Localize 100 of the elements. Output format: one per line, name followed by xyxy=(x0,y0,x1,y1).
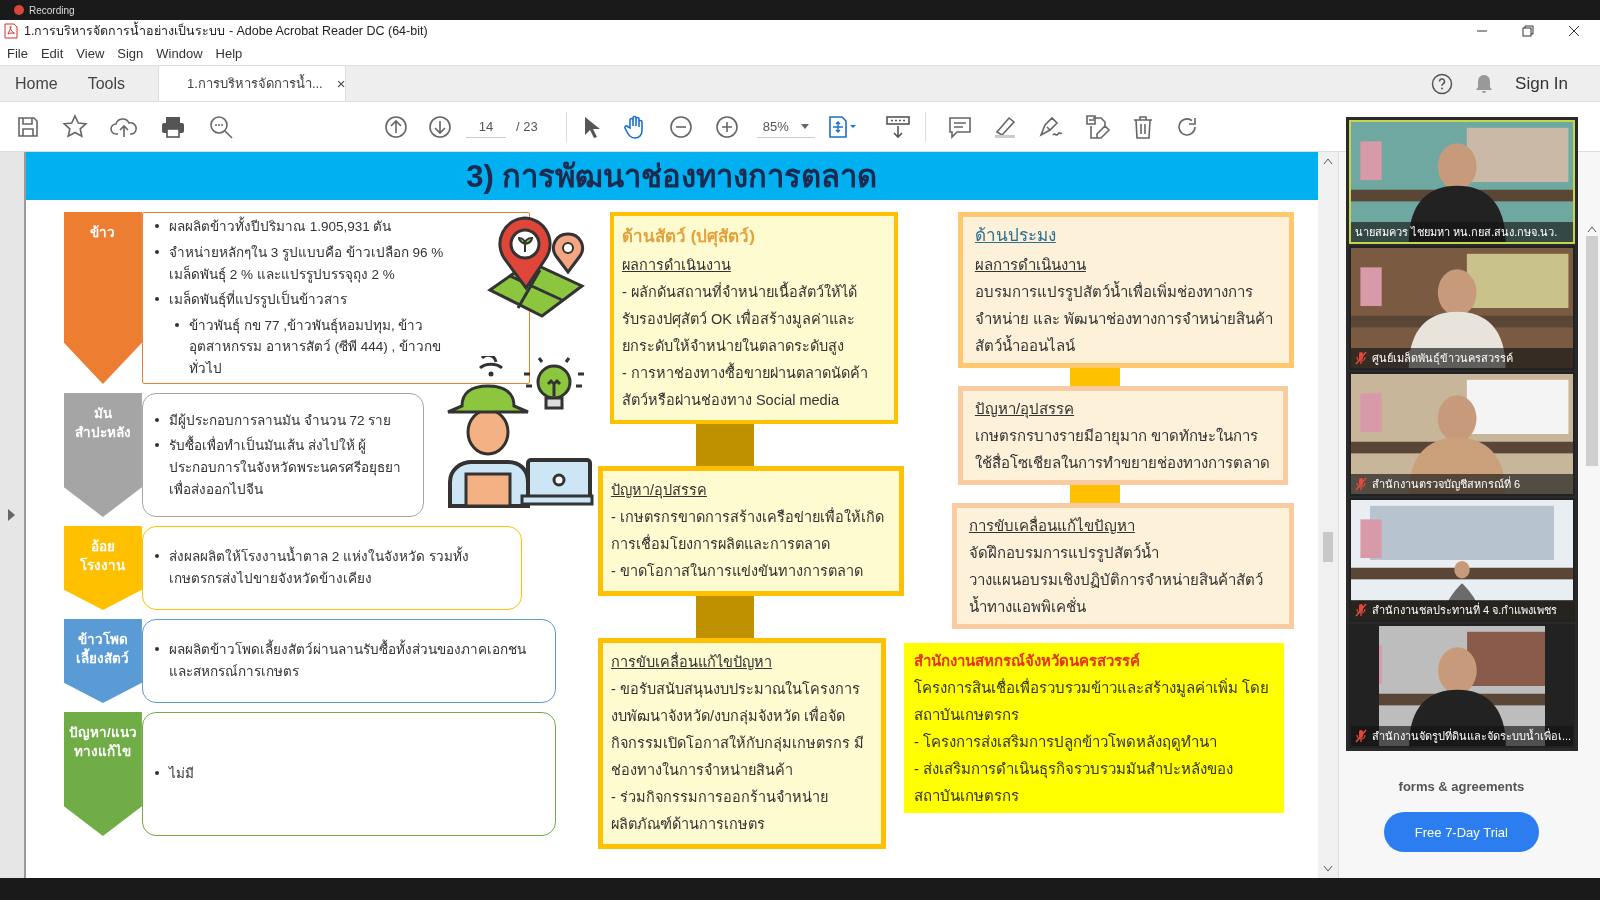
chevron-label: อ้อย โรงงาน xyxy=(63,526,142,610)
scroll-down-icon[interactable] xyxy=(1322,866,1333,872)
tab[interactable]: Tools xyxy=(72,66,141,101)
bullet-text: มีผู้ประกอบการลานมัน จำนวน 72 ราย xyxy=(168,411,392,431)
promo-text: forms & agreements xyxy=(1398,779,1525,794)
scrollbar[interactable] xyxy=(1317,152,1338,878)
card-heading: ด้านสัตว์ (ปศุสัตว์) xyxy=(621,225,756,249)
chevron-label: ปัญหา/แนว ทางแก้ไข xyxy=(63,712,142,836)
restore-icon[interactable] xyxy=(1520,23,1536,39)
section-heading: การขับเคลื่อนแก้ไขปัญหา xyxy=(968,515,1136,536)
pdf-file-icon xyxy=(4,23,18,39)
section-heading: ปัญหา/อุปสรรค xyxy=(610,481,708,501)
recording-label: Recording xyxy=(29,4,75,16)
close-icon[interactable] xyxy=(1566,23,1582,39)
card-text: อบรมการแปรรูปสัตว์น้ำเพื่อเพิ่มช่องทางการจำหน่าย และ พัฒนาช่องทางการจำหน่ายสินค้าสัตว์น้ำออนไลน์ xyxy=(974,280,1275,356)
bullet-text: ข้าวพันธุ์ กข 77 ,ข้าวพันธุ์หอมปทุม, ข้าวอุตสาหกรรม อาหารสัตว์ (ซีพี 444) , ข้าวกข ทั่วไป xyxy=(188,316,442,378)
star-icon[interactable] xyxy=(62,113,88,140)
card-text: - ส่งเสริมการดำเนินธุรกิจรวบรวมมันสำปะหลังของสถาบันเกษตรกร xyxy=(913,759,1235,806)
arrow-down-circle-icon[interactable] xyxy=(428,114,452,139)
connector-bar xyxy=(695,596,754,638)
organize-pages-icon[interactable] xyxy=(826,114,857,139)
window-title: 1.การบริหารจัดการน้ำอย่างเป็นระบบ - Adobe Acrobat Reader DC (64-bit) xyxy=(24,21,1474,41)
bullet-dot xyxy=(154,250,159,254)
card-text: - ขาดโอกาสในการแข่งขันทางการตลาด xyxy=(610,562,864,581)
section-heading: ผลการดำเนินงาน xyxy=(974,255,1087,275)
bullet-text: รับซื้อเพื่อทำเป็นมันเส้น ส่งไปให้ ผู้ประกอบการในจังหวัดพระนครศรีอยุธยา เพื่อส่งออกไปจีน xyxy=(168,435,411,501)
card-text: - ร่วมกิจกรรมการออกร้านจำหน่ายผลิตภัณฑ์ด้านการเกษตร xyxy=(610,788,829,834)
tab[interactable]: 1.การบริหารจัดการน้ำ... × xyxy=(158,66,347,101)
expand-arrow-icon[interactable] xyxy=(8,509,16,521)
zoom-field[interactable]: 85% xyxy=(756,115,815,138)
menu-item[interactable]: Sign xyxy=(117,46,144,61)
connector-bar xyxy=(1069,485,1120,503)
card-text: ยกระดับให้จำหน่ายในตลาดระดับสูง xyxy=(621,337,845,357)
bullet-text: เมล็ดพันธุ์ที่แปรรูปเป็นข้าวสาร xyxy=(168,289,347,310)
section-heading: การขับเคลื่อนแก้ไขปัญหา xyxy=(610,651,773,672)
close-tab-icon[interactable]: × xyxy=(336,75,346,92)
slide-title: 3) การพัฒนาช่องทางการตลาด xyxy=(25,152,1318,200)
bullet-text: ไม่มี xyxy=(168,765,194,784)
zoom-out-icon[interactable] xyxy=(668,114,693,139)
scroll-up-icon[interactable] xyxy=(1587,226,1597,232)
page-number-field[interactable]: 14 xyxy=(466,115,506,138)
arrow-up-circle-icon[interactable] xyxy=(384,114,408,139)
connector-bar xyxy=(695,424,754,466)
highlighter-icon[interactable] xyxy=(992,114,1017,139)
card-heading: สำนักงานสหกรณ์จังหวัดนครสวรรค์ xyxy=(913,651,1141,671)
section-heading: ผลการดำเนินงาน xyxy=(621,256,732,275)
bullet-dot xyxy=(174,322,179,327)
card-text: - ผลักดันสถานที่จำหน่ายเนื้อสัตว์ให้ได้รับรองปศุสัตว์ OK เพื่อสร้างมูลค่าและ xyxy=(621,279,886,333)
free-trial-button[interactable]: Free 7-Day Trial xyxy=(1383,812,1539,852)
trash-icon[interactable] xyxy=(1131,114,1154,139)
chevron-label: ข้าวโพด เลี้ยงสัตว์ xyxy=(63,619,142,703)
card-text: - เกษตรกรขาดการสร้างเครือข่ายเพื่อให้เกิดการเชื่อมโยงการผลิตและการตลาด xyxy=(610,506,885,554)
bullet-text: จำหน่ายหลักๆใน 3 รูปแบบคือ ข้าวเปลือก 96 % เมล็ดพันธุ์ 2 % และแปรรูปบรรจุถุง 2 % xyxy=(168,244,445,285)
bullet-dot xyxy=(154,771,159,776)
menu-item[interactable]: Edit xyxy=(40,46,64,61)
recording-dot-icon xyxy=(14,5,24,15)
section-heading: ปัญหา/อุปสรรค xyxy=(974,399,1076,421)
card-text: จัดฝึกอบรมการแปรรูปสัตว์น้ำ xyxy=(968,541,1160,564)
comment-icon[interactable] xyxy=(947,114,972,139)
participant-name: สำนักงานตรวจบัญชีสหกรณ์ที่ 6 xyxy=(1372,475,1521,493)
page-count: / 23 xyxy=(516,119,538,134)
participant-name: ศูนย์เมล็ดพันธุ์ข้าวนครสวรรค์ xyxy=(1372,350,1513,367)
card-text: - การหาช่องทางซื้อขายผ่านตลาดนัดค้าสัตว์หรือผ่านช่องทาง Social media xyxy=(621,360,886,414)
menu-item[interactable]: View xyxy=(76,46,105,61)
caret-icon xyxy=(800,123,809,129)
menu-item[interactable]: Help xyxy=(215,46,243,61)
menu-item[interactable]: File xyxy=(7,46,28,61)
save-icon[interactable] xyxy=(16,114,40,139)
participant-name: นายสมควร ไชยมหา หน.กยส.สนง.กษจ.นว. xyxy=(1355,225,1558,240)
card-text: - ขอรับสนับสนุนงบประมาณในโครงการงบพัฒนาจังหวัด/งบกลุ่มจังหวัด เพื่อจัดกิจกรรมเปิดโอกาสให้กับกลุ่มเกษตรกร มีช่องทางในการจำหน่ายสินค้า xyxy=(610,680,865,780)
print-icon[interactable] xyxy=(160,114,186,139)
chevron-label: มัน สำปะหลัง xyxy=(63,393,142,517)
card-text: โครงการสินเชื่อเพื่อรวบรวมข้าวและสร้างมูลค่าเพิ่ม โดยสถาบันเกษตรกร xyxy=(913,677,1271,725)
bullet-dot xyxy=(154,554,159,559)
chevron-label: ข้าว xyxy=(63,212,142,384)
stamp-down-icon[interactable] xyxy=(884,114,911,139)
participant-name: สำนักงานชลประทานที่ 4 จ.กำแพงเพชร xyxy=(1372,601,1558,618)
sign-in-link[interactable]: Sign In xyxy=(1515,73,1568,94)
card-text: เกษตรกรบางรายมีอายุมาก ขาดทักษะในการใช้สื่อโซเชียลในการทำขยายช่องทางการตลาด xyxy=(974,426,1271,473)
scroll-thumb[interactable] xyxy=(1322,532,1333,562)
menu-item[interactable]: Window xyxy=(156,46,203,61)
scroll-thumb[interactable] xyxy=(1586,236,1598,466)
document-edit-icon[interactable] xyxy=(1084,113,1111,140)
participant-name: สำนักงานจัดรูปที่ดินและจัดระบบน้ำเพื่อเ... xyxy=(1372,727,1572,745)
bullet-dot xyxy=(154,297,159,302)
pen-nib-icon[interactable] xyxy=(1037,114,1064,139)
bullet-text: ผลผลิตข้าวทั้งปีปริมาณ 1.905,931 ตัน xyxy=(168,216,392,238)
card-heading: ด้านประมง xyxy=(974,225,1057,247)
tab[interactable]: Home xyxy=(0,66,73,101)
bullet-dot xyxy=(154,417,159,422)
bullet-dot xyxy=(154,224,159,229)
bullet-dot xyxy=(154,647,159,652)
bullet-text: ส่งผลผลิตให้โรงงานน้ำตาล 2 แห่งในจังหวัด รวมทั้งเกษตรกรส่งไปขายจังหวัดข้างเคียง xyxy=(168,546,509,590)
card-text: - โครงการส่งเสริมการปลูกข้าวโพดหลังฤดูทำนา xyxy=(913,732,1219,753)
bullet-dot xyxy=(154,443,159,448)
help-icon[interactable] xyxy=(1431,72,1454,95)
scroll-up-icon[interactable] xyxy=(1322,158,1333,164)
bullet-text: ผลผลิตข้าวโพดเลี้ยงสัตว์ผ่านลานรับซื้อทั้งส่วนของภาคเอกชนและสหกรณ์การเกษตร xyxy=(168,639,543,683)
zoom-in-icon[interactable] xyxy=(714,114,739,139)
search-icon[interactable] xyxy=(208,113,234,140)
